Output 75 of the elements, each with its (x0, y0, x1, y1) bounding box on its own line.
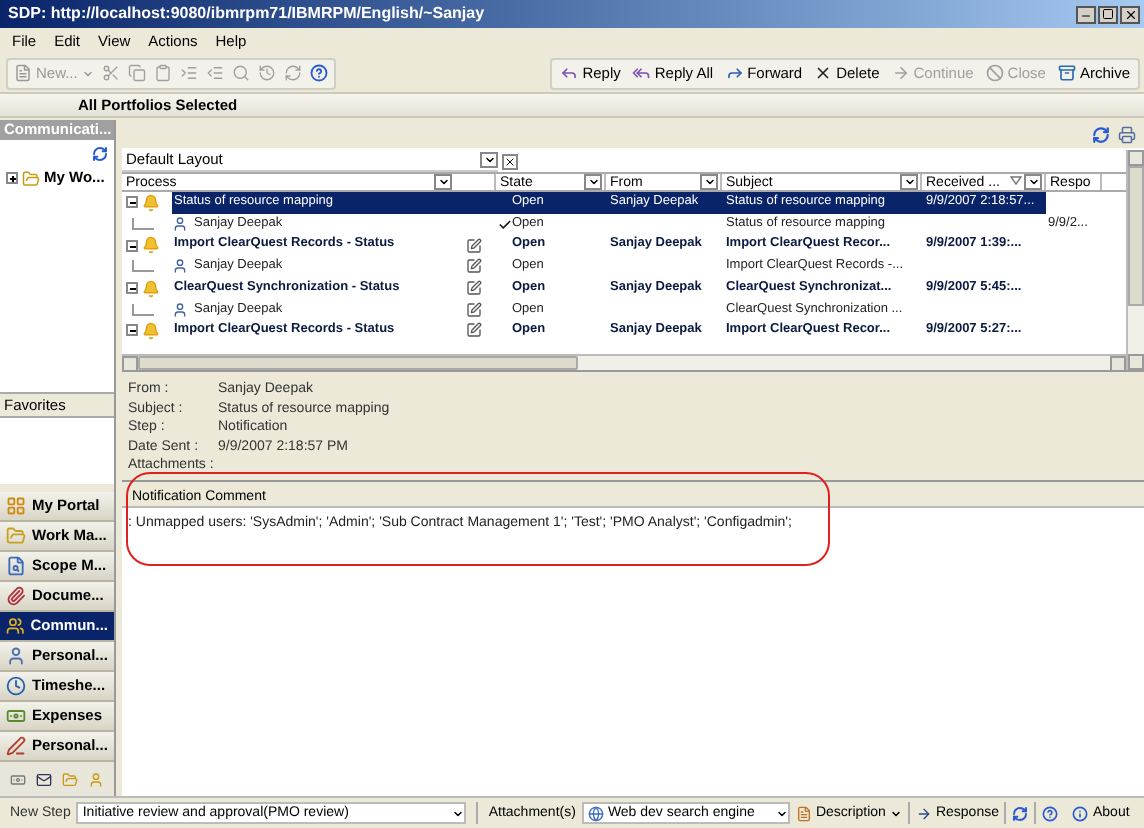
arrow-icon (915, 805, 932, 821)
paperclip-icon (6, 586, 26, 606)
bell-icon (142, 236, 160, 255)
reply-all-icon (632, 64, 651, 82)
pen-icon (6, 736, 26, 756)
person-icon (172, 301, 188, 318)
no-entry-icon (985, 64, 1004, 82)
caret-icon (775, 807, 788, 819)
collapse-toggle[interactable] (126, 196, 138, 209)
person-icon (6, 646, 26, 666)
clear-button[interactable] (502, 153, 518, 169)
person-icon (172, 216, 188, 233)
archive-icon (1057, 64, 1076, 82)
filter-icon (1010, 176, 1022, 188)
help-icon[interactable] (309, 64, 328, 82)
banknote-icon (6, 706, 26, 726)
edit-icon[interactable] (466, 322, 482, 339)
dropdown-button[interactable] (584, 174, 602, 190)
dropdown-button[interactable] (900, 174, 918, 190)
caret-icon (452, 807, 465, 819)
folder-icon (22, 169, 40, 187)
maximize-button[interactable] (1098, 5, 1118, 23)
people-icon (6, 616, 25, 636)
dropdown-button[interactable] (434, 174, 452, 190)
bell-icon (142, 279, 160, 298)
arrow-icon (891, 64, 910, 82)
caret-icon (587, 176, 599, 188)
help-icon[interactable] (1042, 805, 1059, 821)
refresh-icon[interactable] (1012, 805, 1029, 821)
collapse-toggle[interactable] (126, 324, 138, 337)
caret-icon (81, 67, 94, 79)
document-search-icon (6, 556, 26, 576)
bell-icon (142, 321, 160, 340)
envelope-icon[interactable] (35, 771, 52, 787)
folder-icon (6, 526, 26, 546)
minimize-icon (1080, 9, 1092, 21)
caret-icon (483, 154, 495, 166)
globe-icon (587, 805, 604, 821)
refresh-icon[interactable] (92, 145, 108, 161)
close-icon (504, 155, 516, 167)
dropdown-button[interactable] (700, 174, 718, 190)
caret-icon (889, 807, 902, 819)
vertical-scrollbar[interactable] (1126, 150, 1144, 370)
dropdown-button[interactable] (1024, 174, 1042, 190)
edit-icon[interactable] (466, 280, 482, 297)
edit-icon[interactable] (466, 237, 482, 254)
banknote-icon[interactable] (9, 771, 26, 787)
window-title: SDP: http://localhost:9080/ibmrpm71/IBMRPM/English/~Sanjay (8, 6, 485, 22)
maximize-icon (1102, 8, 1114, 20)
refresh-icon[interactable] (1092, 125, 1110, 143)
close-button[interactable] (1120, 5, 1140, 23)
expand-toggle[interactable] (6, 172, 18, 184)
dropdown-button[interactable] (480, 152, 498, 168)
bell-icon (142, 193, 160, 212)
reply-icon (560, 64, 579, 82)
collapse-toggle[interactable] (126, 239, 138, 252)
collapse-toggle[interactable] (126, 282, 138, 295)
caret-icon (703, 176, 715, 188)
caret-icon (903, 176, 915, 188)
info-icon (1072, 805, 1089, 821)
close-icon (1123, 7, 1137, 21)
edit-icon[interactable] (466, 301, 482, 318)
delete-icon (814, 64, 833, 82)
forward-icon (725, 64, 744, 82)
document-icon (795, 805, 812, 821)
caret-icon (437, 176, 449, 188)
horizontal-scrollbar[interactable] (122, 354, 1126, 370)
minimize-button[interactable] (1076, 5, 1096, 23)
caret-icon (1027, 176, 1039, 188)
grid-icon (6, 496, 26, 516)
person-icon (172, 258, 188, 275)
document-icon (14, 64, 32, 82)
edit-icon[interactable] (466, 258, 482, 275)
clock-icon (6, 676, 26, 696)
printer-icon[interactable] (1118, 125, 1136, 143)
